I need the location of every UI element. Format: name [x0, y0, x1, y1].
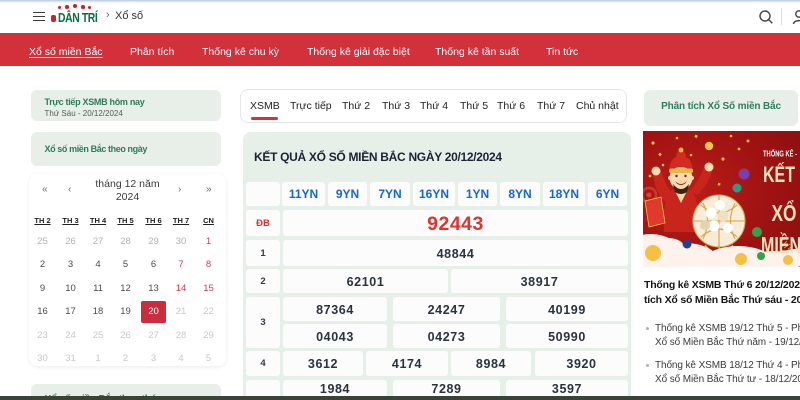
svg-text:THỐNG KÊ -: THỐNG KÊ - — [763, 149, 797, 159]
svg-text:XỔ: XỔ — [772, 199, 797, 226]
svg-text:MIỀN: MIỀN — [761, 231, 800, 258]
svg-text:KẾT: KẾT — [763, 162, 795, 187]
